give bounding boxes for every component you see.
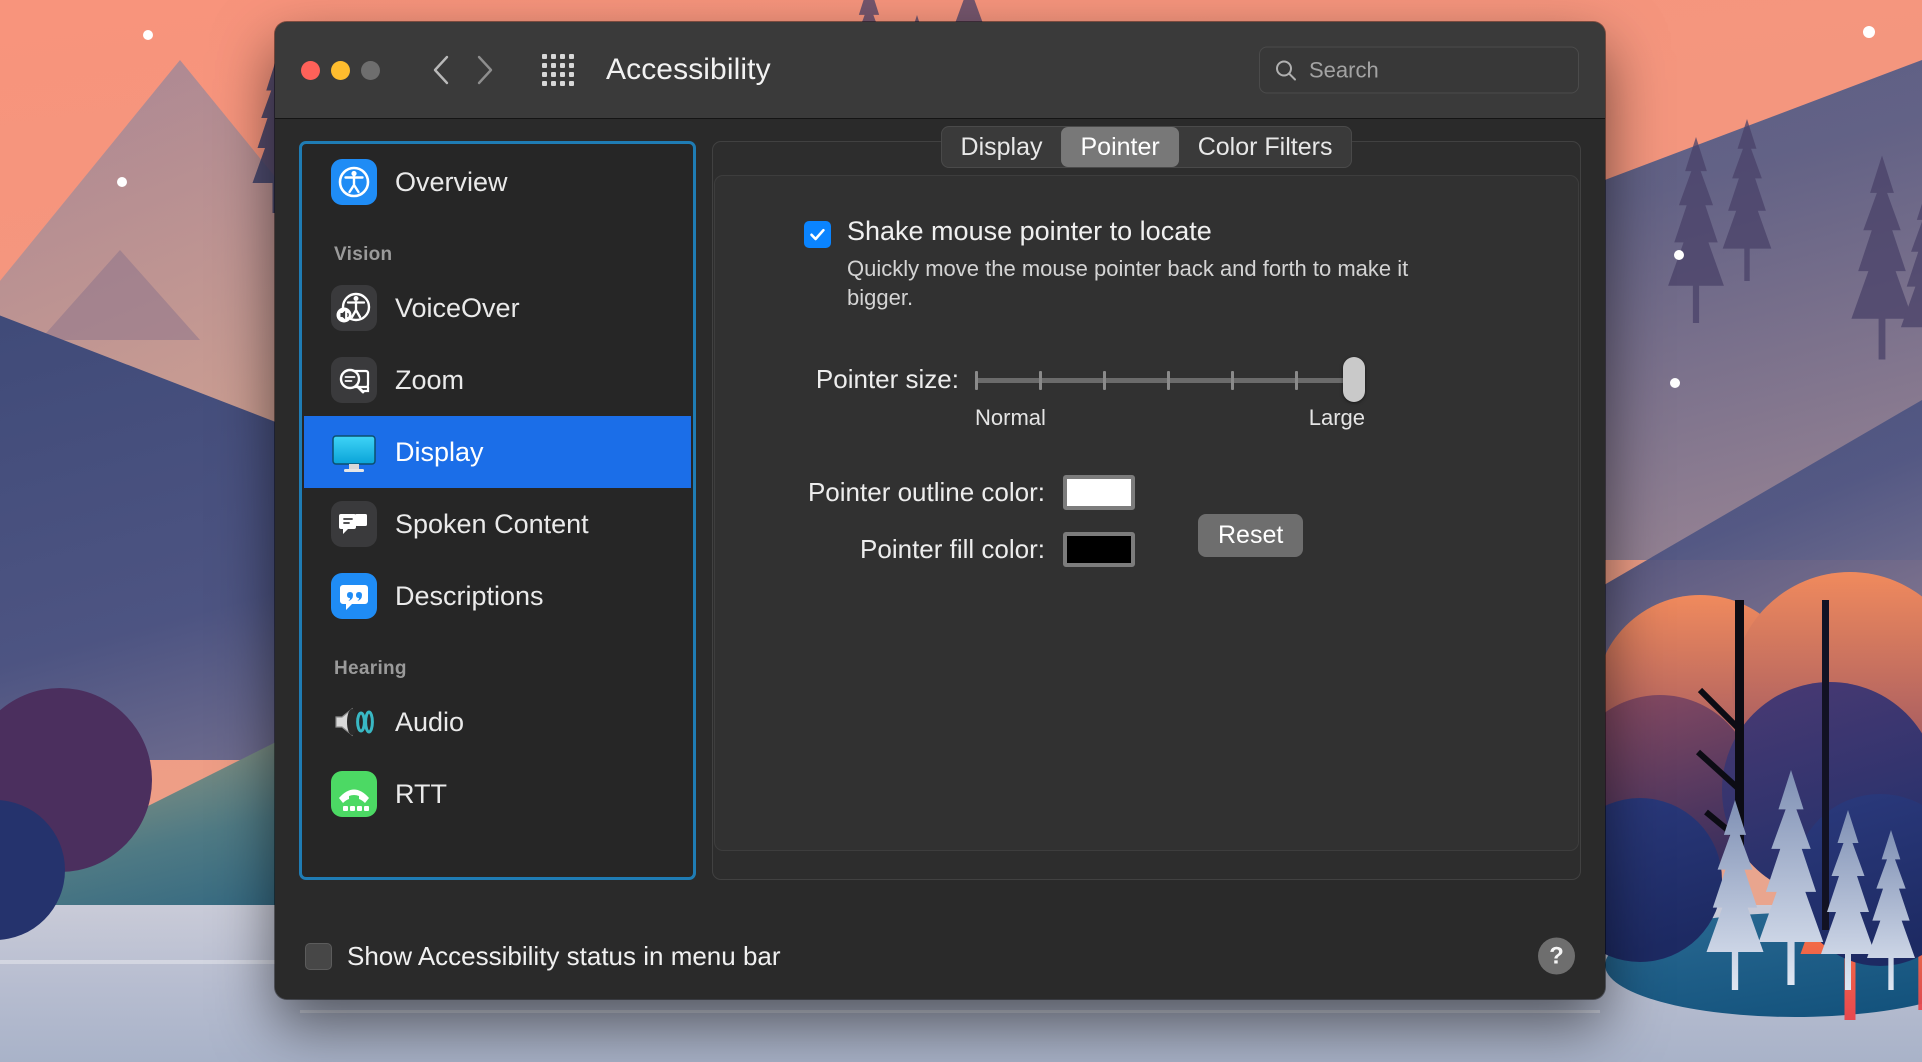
sidebar-item-voiceover[interactable]: VoiceOver	[304, 272, 691, 344]
content-panel: Display Pointer Color Filters Shake mous…	[712, 126, 1581, 880]
shake-pointer-description: Quickly move the mouse pointer back and …	[847, 256, 1409, 311]
slider-end-labels: Normal Large	[975, 405, 1365, 431]
slider-track	[975, 377, 1365, 383]
traffic-lights	[301, 60, 380, 80]
sidebar-item-label: Spoken Content	[395, 508, 589, 539]
pointer-colors-section: Pointer outline color: Pointer fill colo…	[763, 474, 1530, 567]
reset-button[interactable]: Reset	[1198, 513, 1304, 557]
voiceover-icon	[331, 285, 377, 331]
pointer-size-row: Pointer size:	[763, 356, 1530, 402]
pointer-fill-color-well[interactable]	[1063, 531, 1135, 567]
rtt-icon	[331, 771, 377, 817]
menu-bar-status-checkbox[interactable]	[305, 942, 332, 970]
accessibility-icon	[331, 159, 377, 205]
slider-tick	[1103, 370, 1106, 390]
sidebar[interactable]: Overview Vision VoiceOver Zoom Display S…	[304, 146, 691, 875]
shake-pointer-text: Shake mouse pointer to locate Quickly mo…	[847, 216, 1447, 313]
tab-pointer[interactable]: Pointer	[1061, 127, 1179, 167]
zoom-icon	[331, 357, 377, 403]
navigation-buttons	[426, 53, 500, 87]
sidebar-item-label: Display	[395, 436, 484, 467]
spoken-content-icon	[331, 501, 377, 547]
slider-tick	[1231, 370, 1234, 390]
page-title: Accessibility	[606, 53, 771, 86]
sidebar-item-label: Overview	[395, 166, 508, 197]
tab-color-filters[interactable]: Color Filters	[1179, 127, 1352, 167]
slider-tick	[1167, 370, 1170, 390]
window-body: Overview Vision VoiceOver Zoom Display S…	[275, 119, 1605, 913]
tab-display[interactable]: Display	[942, 127, 1062, 167]
window-titlebar: Accessibility Search	[275, 22, 1605, 119]
pointer-fill-color-label: Pointer fill color:	[860, 533, 1045, 564]
pointer-outline-color-label: Pointer outline color:	[807, 476, 1045, 507]
descriptions-icon	[331, 573, 377, 619]
slider-min-label: Normal	[975, 404, 1046, 430]
search-icon	[1274, 58, 1298, 82]
slider-tick	[975, 370, 978, 390]
pointer-settings-panel: Shake mouse pointer to locate Quickly mo…	[714, 175, 1579, 851]
pointer-fill-color-row: Pointer fill color:	[763, 531, 1530, 567]
slider-tick	[1039, 370, 1042, 390]
menu-bar-status-row: Show Accessibility status in menu bar	[305, 941, 781, 972]
sidebar-item-audio[interactable]: Audio	[304, 686, 691, 758]
sidebar-item-label: RTT	[395, 778, 447, 809]
pointer-size-label: Pointer size:	[815, 364, 959, 394]
sidebar-item-label: VoiceOver	[395, 292, 520, 323]
sidebar-group-hearing: Hearing	[334, 658, 407, 679]
sidebar-item-descriptions[interactable]: Descriptions	[304, 560, 691, 632]
sidebar-item-spoken-content[interactable]: Spoken Content	[304, 488, 691, 560]
help-button[interactable]: ?	[1538, 937, 1575, 975]
sidebar-item-overview[interactable]: Overview	[304, 146, 691, 218]
slider-thumb[interactable]	[1343, 356, 1365, 402]
system-preferences-window: Accessibility Search Overview Vision Voi…	[275, 22, 1605, 999]
sidebar-focus-ring: Overview Vision VoiceOver Zoom Display S…	[299, 141, 696, 880]
sidebar-group-vision: Vision	[334, 244, 393, 265]
zoom-button[interactable]	[361, 60, 380, 80]
pointer-outline-color-row: Pointer outline color:	[763, 474, 1530, 510]
sidebar-item-display[interactable]: Display	[304, 416, 691, 488]
sidebar-item-label: Audio	[395, 706, 465, 737]
sidebar-item-rtt[interactable]: RTT	[304, 758, 691, 830]
shake-pointer-row: Shake mouse pointer to locate Quickly mo…	[804, 216, 1530, 313]
menu-bar-status-label: Show Accessibility status in menu bar	[347, 940, 781, 971]
minimize-button[interactable]	[331, 60, 350, 80]
audio-icon	[331, 699, 377, 745]
slider-max-label: Large	[1308, 404, 1365, 430]
forward-chevron-icon[interactable]	[470, 53, 500, 87]
window-footer: Show Accessibility status in menu bar ?	[275, 913, 1605, 999]
pointer-outline-color-well[interactable]	[1063, 474, 1135, 510]
sidebar-item-zoom[interactable]: Zoom	[304, 344, 691, 416]
search-input[interactable]: Search	[1259, 46, 1579, 94]
shake-pointer-label: Shake mouse pointer to locate	[847, 216, 1212, 246]
show-all-grid-icon[interactable]	[542, 54, 574, 86]
back-chevron-icon[interactable]	[426, 53, 456, 87]
shake-pointer-checkbox[interactable]	[804, 221, 831, 248]
close-button[interactable]	[301, 60, 320, 80]
slider-tick	[1295, 370, 1298, 390]
sidebar-item-label: Zoom	[395, 364, 465, 395]
display-icon	[331, 429, 377, 475]
tab-bar: Display Pointer Color Filters	[940, 126, 1353, 168]
sidebar-item-label: Descriptions	[395, 580, 544, 611]
pointer-size-slider[interactable]	[975, 356, 1365, 402]
search-placeholder: Search	[1309, 57, 1379, 82]
